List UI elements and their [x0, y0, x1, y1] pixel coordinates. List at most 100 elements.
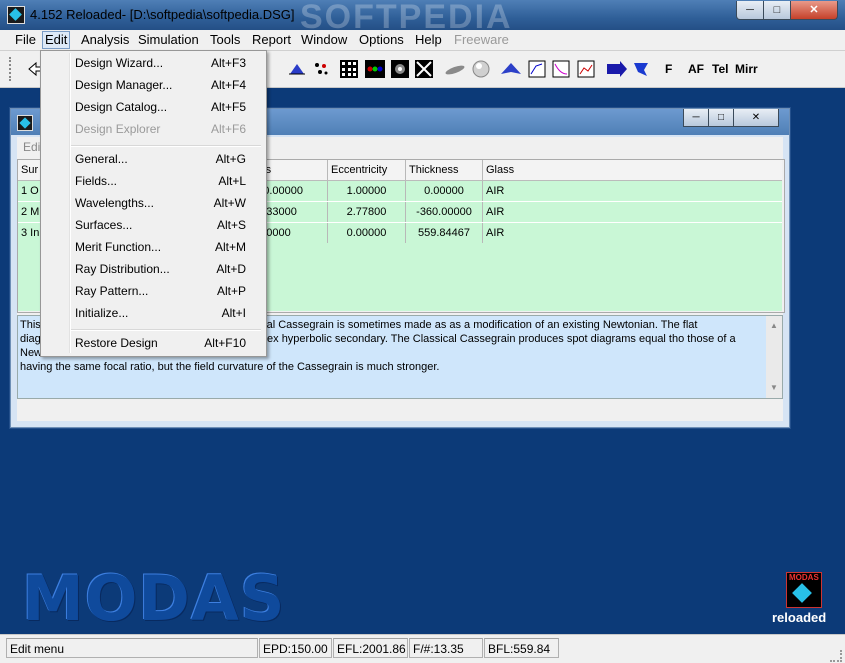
menu-item-label: Ray Pattern... — [75, 284, 149, 298]
status-epd: EPD:150.00 — [259, 638, 332, 658]
cell-thickness[interactable]: -360.00000 — [406, 202, 483, 222]
mtf-graph-icon[interactable] — [552, 60, 570, 78]
menu-report[interactable]: Report — [250, 32, 293, 48]
child-close-button[interactable]: ✕ — [733, 109, 779, 127]
minimize-button[interactable]: ─ — [736, 1, 764, 20]
scroll-down-icon[interactable]: ▼ — [770, 381, 778, 395]
cell-eccentricity[interactable]: 0.00000 — [328, 223, 406, 243]
scroll-up-icon[interactable]: ▲ — [770, 319, 778, 333]
psf-image-icon[interactable] — [391, 60, 409, 78]
menu-item-shortcut: Alt+F3 — [210, 56, 246, 70]
menu-item-label: Restore Design — [75, 336, 158, 350]
close-button[interactable]: ✕ — [790, 1, 838, 20]
menu-item-shortcut: Alt+F10 — [204, 336, 246, 350]
menu-window[interactable]: Window — [299, 32, 349, 48]
title-bar[interactable]: 4.152 Reloaded- [D:\softpedia\softpedia.… — [0, 0, 845, 36]
column-header-eccentricity[interactable]: Eccentricity — [328, 160, 406, 180]
spot-diagram-icon[interactable] — [312, 60, 330, 78]
description-line: having the same focal ratio, but the fie… — [20, 361, 440, 373]
status-message: Edit menu — [6, 638, 258, 658]
mtf-surface-icon[interactable] — [500, 60, 522, 78]
image-graph-icon[interactable] — [577, 60, 595, 78]
menu-help[interactable]: Help — [413, 32, 444, 48]
cell-eccentricity[interactable]: 2.77800 — [328, 202, 406, 222]
f-button[interactable]: F — [665, 62, 672, 76]
menu-simulation[interactable]: Simulation — [136, 32, 201, 48]
cell-glass[interactable]: AIR — [483, 202, 782, 222]
menu-item-shortcut: Alt+W — [213, 196, 246, 210]
cell-thickness[interactable]: 0.00000 — [406, 181, 483, 201]
menu-tools[interactable]: Tools — [208, 32, 242, 48]
status-fnumber: F/#:13.35 — [409, 638, 483, 658]
menu-item-shortcut: Alt+F5 — [210, 100, 246, 114]
menu-item-restore-design[interactable]: Restore Design Alt+F10 — [41, 332, 266, 354]
menu-item-shortcut: Alt+F4 — [210, 78, 246, 92]
cell-glass[interactable]: AIR — [483, 223, 782, 243]
optimize-icon[interactable] — [606, 60, 628, 78]
edit-menu-dropdown: Design Wizard... Alt+F3 Design Manager...… — [40, 50, 267, 357]
cell-eccentricity[interactable]: 1.00000 — [328, 181, 406, 201]
menu-item-label: Design Manager... — [75, 78, 173, 92]
menu-item-shortcut: Alt+P — [216, 284, 246, 298]
sphere-icon[interactable] — [472, 60, 490, 78]
menu-item-shortcut: Alt+F6 — [210, 122, 246, 136]
menu-item-general[interactable]: General... Alt+G — [41, 148, 266, 170]
af-button[interactable]: AF — [688, 62, 704, 76]
lens-layout-icon[interactable] — [288, 60, 306, 78]
tel-button[interactable]: Tel — [712, 62, 728, 76]
status-bar: Edit menu EPD:150.00 EFL:2001.86 F/#:13.… — [0, 634, 845, 663]
column-header-glass[interactable]: Glass — [483, 160, 782, 180]
menu-item-fields[interactable]: Fields... Alt+L — [41, 170, 266, 192]
menu-item-design-manager[interactable]: Design Manager... Alt+F4 — [41, 74, 266, 96]
interference-icon[interactable] — [415, 60, 433, 78]
column-header-thickness[interactable]: Thickness — [406, 160, 483, 180]
description-scrollbar[interactable]: ▲ ▼ — [766, 316, 782, 398]
menu-bar: File Edit Analysis Simulation Tools Repo… — [0, 30, 845, 51]
menu-item-design-wizard[interactable]: Design Wizard... Alt+F3 — [41, 52, 266, 74]
menu-item-shortcut: Alt+S — [216, 218, 246, 232]
menu-item-design-explorer: Design Explorer Alt+F6 — [41, 118, 266, 140]
toolbar-grip[interactable] — [9, 57, 16, 81]
matrix-spot-icon[interactable] — [340, 60, 358, 78]
wizard-icon[interactable] — [632, 60, 650, 78]
cell-thickness[interactable]: 559.84467 — [406, 223, 483, 243]
menu-item-wavelengths[interactable]: Wavelengths... Alt+W — [41, 192, 266, 214]
menu-item-ray-distribution[interactable]: Ray Distribution... Alt+D — [41, 258, 266, 280]
menu-item-shortcut: Alt+I — [221, 306, 246, 320]
menu-separator — [71, 145, 261, 147]
app-icon[interactable] — [7, 6, 25, 24]
graph-icon[interactable] — [528, 60, 546, 78]
reloaded-label: reloaded — [772, 610, 827, 625]
modas-logo: MODAS — [22, 562, 286, 635]
maximize-button[interactable]: □ — [763, 1, 791, 20]
mirr-button[interactable]: Mirr — [735, 62, 758, 76]
menu-item-label: Design Wizard... — [75, 56, 164, 70]
description-prefix: This — [20, 319, 41, 331]
color-spot-icon[interactable] — [365, 60, 385, 78]
cell-glass[interactable]: AIR — [483, 181, 782, 201]
menu-item-surfaces[interactable]: Surfaces... Alt+S — [41, 214, 266, 236]
menu-item-label: Merit Function... — [75, 240, 162, 254]
menu-item-label: Wavelengths... — [75, 196, 154, 210]
menu-item-shortcut: Alt+G — [215, 152, 246, 166]
status-efl: EFL:2001.86 — [333, 638, 408, 658]
menu-item-initialize[interactable]: Initialize... Alt+I — [41, 302, 266, 324]
field-curvature-icon[interactable] — [444, 60, 466, 78]
menu-edit[interactable]: Edit — [42, 31, 71, 49]
menu-separator — [71, 329, 261, 331]
menu-item-label: General... — [75, 152, 128, 166]
child-maximize-button[interactable]: □ — [708, 109, 734, 127]
menu-options[interactable]: Options — [357, 32, 406, 48]
menu-item-shortcut: Alt+D — [216, 262, 246, 276]
menu-analysis[interactable]: Analysis — [79, 32, 131, 48]
menu-item-design-catalog[interactable]: Design Catalog... Alt+F5 — [41, 96, 266, 118]
child-app-icon[interactable] — [17, 115, 33, 131]
menu-freeware[interactable]: Freeware — [452, 32, 511, 48]
menu-item-merit-function[interactable]: Merit Function... Alt+M — [41, 236, 266, 258]
menu-item-ray-pattern[interactable]: Ray Pattern... Alt+P — [41, 280, 266, 302]
resize-grip[interactable] — [830, 650, 842, 662]
child-minimize-button[interactable]: ─ — [683, 109, 709, 127]
menu-item-shortcut: Alt+L — [218, 174, 246, 188]
menu-item-label: Initialize... — [75, 306, 129, 320]
menu-file[interactable]: File — [13, 32, 38, 48]
